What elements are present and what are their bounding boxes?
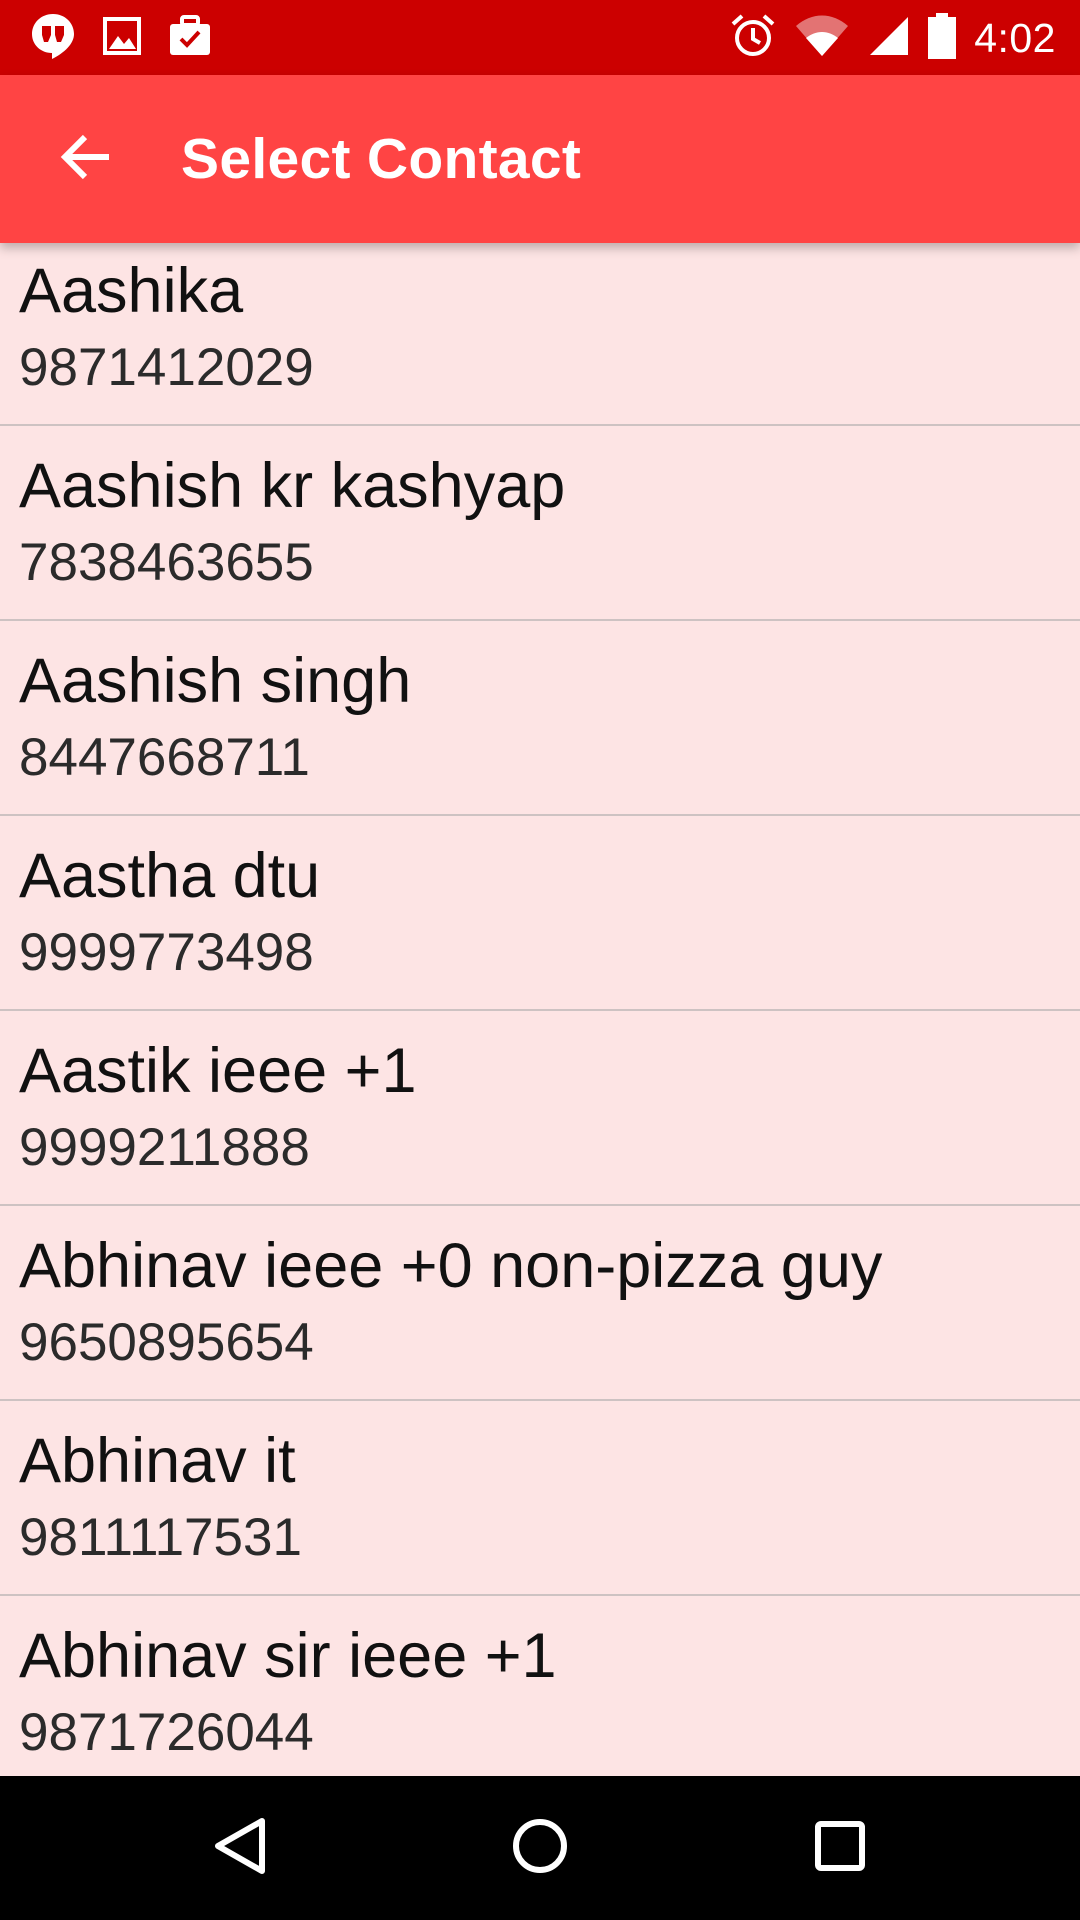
contact-number: 9999773498 [19,923,314,982]
contact-list-item[interactable]: Aastha dtu 9999773498 [0,816,1080,1011]
wifi-icon [794,14,850,63]
contact-name: Aastik ieee +1 [19,1036,417,1106]
contact-name: Aashish kr kashyap [19,451,566,521]
alarm-icon [730,13,776,64]
status-time: 4:02 [974,14,1056,61]
recents-square-icon [814,1820,866,1877]
briefcase-check-icon [168,14,212,62]
contact-list-item[interactable]: Abhinav sir ieee +1 9871726044 [0,1596,1080,1776]
hangouts-icon [30,12,76,65]
notification-icons [30,12,212,65]
contact-number: 9811117531 [19,1508,302,1567]
nav-back-button[interactable] [160,1776,320,1920]
contact-number: 9871412029 [19,338,314,397]
contact-list-item[interactable]: Aastik ieee +1 9999211888 [0,1011,1080,1206]
contact-number: 7838463655 [19,533,314,592]
contact-list[interactable]: Aashika 9871412029 Aashish kr kashyap 78… [0,243,1080,1776]
page-title: Select Contact [181,127,582,191]
contact-name: Aashika [19,256,244,326]
contact-number: 9871726044 [19,1703,314,1762]
nav-recents-button[interactable] [760,1776,920,1920]
signal-icon [868,15,910,62]
contact-list-item[interactable]: Aashish kr kashyap 7838463655 [0,426,1080,621]
system-icons: 4:02 [730,12,1056,64]
contact-number: 9999211888 [19,1118,310,1177]
battery-icon [928,12,957,64]
contact-name: Abhinav ieee +0 non-pizza guy [19,1231,883,1301]
contact-name: Abhinav sir ieee +1 [19,1621,557,1691]
contact-name: Aastha dtu [19,841,321,911]
app-bar: Select Contact [0,75,1080,243]
image-icon [102,16,142,61]
home-circle-icon [511,1817,569,1880]
back-button[interactable] [44,117,128,201]
back-triangle-icon [212,1816,268,1881]
contact-name: Abhinav it [19,1426,296,1496]
contact-list-item[interactable]: Aashish singh 8447668711 [0,621,1080,816]
contact-list-item[interactable]: Abhinav it 9811117531 [0,1401,1080,1596]
contact-list-item[interactable]: Aashika 9871412029 [0,243,1080,426]
navigation-bar [0,1776,1080,1920]
nav-home-button[interactable] [460,1776,620,1920]
contact-number: 9650895654 [19,1313,314,1372]
contact-list-item[interactable]: Abhinav ieee +0 non-pizza guy 9650895654 [0,1206,1080,1401]
contact-number: 8447668711 [19,728,310,787]
arrow-back-icon [60,133,112,186]
status-bar: 4:02 [0,0,1080,75]
contact-name: Aashish singh [19,646,412,716]
